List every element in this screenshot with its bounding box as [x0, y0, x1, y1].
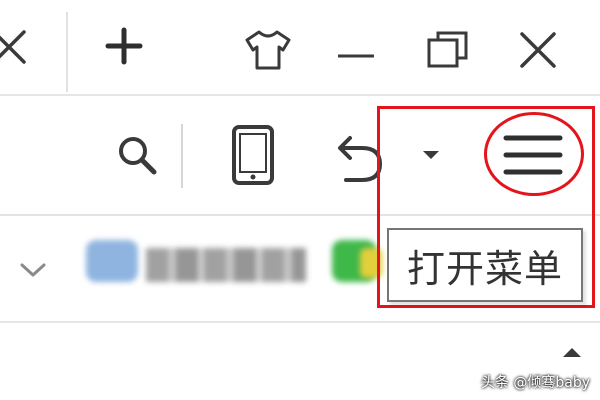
tooltip: 打开菜单	[387, 228, 583, 302]
tab-separator	[66, 12, 68, 92]
search-icon[interactable]	[114, 132, 160, 178]
watermark: 头条 @倾骞baby	[480, 375, 590, 391]
scroll-up-icon[interactable]	[560, 344, 584, 360]
title-bar	[0, 0, 600, 96]
close-tab-icon[interactable]	[0, 26, 30, 70]
menu-highlight-circle	[484, 112, 584, 196]
restore-icon[interactable]	[426, 30, 470, 70]
bookmark-favicon[interactable]	[86, 240, 138, 282]
mobile-device-icon[interactable]	[230, 124, 276, 186]
chevron-down-icon[interactable]	[18, 260, 48, 280]
skin-icon[interactable]	[243, 28, 293, 72]
minimize-icon[interactable]	[336, 48, 376, 64]
close-window-icon[interactable]	[516, 28, 560, 72]
bookmark-label-blurred[interactable]	[146, 248, 306, 282]
new-tab-icon[interactable]	[104, 26, 144, 66]
toolbar-separator	[181, 124, 183, 188]
tooltip-text: 打开菜单	[406, 246, 563, 291]
